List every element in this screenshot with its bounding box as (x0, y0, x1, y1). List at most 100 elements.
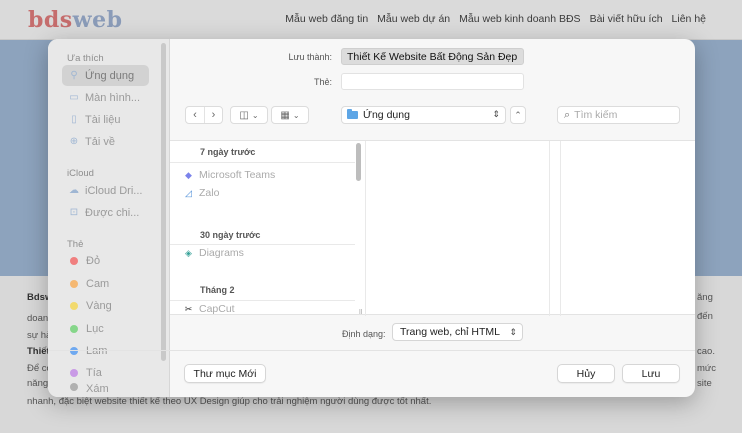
body-line: nhanh, đặc biệt website thiết kế theo UX… (27, 396, 432, 407)
sidebar-item-label: Màn hình... (85, 91, 141, 104)
chevron-up-icon: ⌃ (514, 109, 522, 120)
nav-item[interactable]: Mẫu web dự án (377, 13, 450, 25)
column-divider (560, 141, 561, 316)
updown-chevron-icon: ⇕ (492, 109, 500, 119)
save-button[interactable]: Lưu (622, 364, 680, 383)
file-name: Microsoft Teams (199, 169, 276, 181)
group-view-button[interactable]: ▦ ⌄ (271, 106, 309, 124)
favorites-heading: Ưa thích (67, 53, 104, 64)
search-icon: ⌕ (564, 108, 571, 121)
chevron-down-icon: ⌄ (251, 110, 259, 120)
document-icon: ▯ (71, 114, 77, 125)
dialog-main: Lưu thành: Thiết Kế Website Bất Động Sản… (170, 39, 695, 397)
tag-dot-icon (70, 324, 78, 333)
body-line: đến (697, 311, 713, 322)
sidebar-tag-purple[interactable]: Tía (62, 362, 149, 383)
file-item-microsoft-teams[interactable]: ◆ Microsoft Teams (183, 169, 275, 181)
tag-dot-icon (70, 301, 78, 310)
file-list-scrollbar[interactable] (356, 143, 361, 181)
tags-field[interactable] (341, 73, 524, 90)
tag-label: Vàng (86, 299, 112, 312)
grid-view-icon: ▦ (280, 109, 290, 121)
tags-heading: Thẻ (67, 239, 84, 250)
search-placeholder: Tìm kiếm (574, 109, 618, 121)
tag-label: Xám (86, 383, 109, 395)
sidebar-item-label: Tải về (85, 135, 115, 148)
logo-part-b: web (72, 7, 123, 33)
tag-label: Tía (86, 366, 102, 379)
tag-label: Cam (86, 277, 110, 290)
sidebar-tag-gray[interactable]: Xám (62, 383, 149, 397)
back-forward-control: ‹ › (185, 106, 223, 124)
footer-divider (48, 350, 695, 351)
body-line: Thiết (27, 346, 50, 357)
column-divider (549, 141, 550, 316)
cancel-button[interactable]: Hủy (557, 364, 615, 383)
group-heading: 7 ngày trước (200, 147, 256, 157)
body-line: mức (697, 363, 717, 374)
location-label: Ứng dụng (363, 109, 410, 121)
file-browser: 7 ngày trước ◆ Microsoft Teams ◿ Zalo 30 n… (170, 140, 695, 317)
format-label: Định dạng: (342, 329, 386, 339)
column-divider (365, 141, 366, 316)
nav-item[interactable]: Mẫu web đăng tin (285, 13, 368, 25)
column-resize-grip-icon[interactable]: ॥ (358, 306, 363, 317)
forward-arrow-icon[interactable]: › (204, 107, 222, 123)
shared-folder-icon: ⊡ (69, 207, 79, 218)
divider (170, 162, 355, 163)
back-arrow-icon[interactable]: ‹ (186, 107, 204, 123)
nav-item[interactable]: Bài viết hữu ích (590, 13, 663, 25)
sidebar-tag-green[interactable]: Lục (62, 318, 149, 339)
diagrams-app-icon: ◈ (185, 247, 192, 258)
search-field[interactable]: ⌕ Tìm kiếm (557, 106, 680, 124)
sidebar-item-documents[interactable]: ▯ Tài liệu (62, 109, 149, 130)
file-item-zalo[interactable]: ◿ Zalo (183, 187, 219, 199)
file-item-diagrams[interactable]: ◈ Diagrams (183, 247, 244, 259)
format-popup[interactable]: Trang web, chỉ HTML ⇕ (392, 323, 523, 341)
sidebar-tag-yellow[interactable]: Vàng (62, 295, 149, 316)
nav-item[interactable]: Mẫu web kinh doanh BĐS (459, 13, 580, 25)
site-nav: Mẫu web đăng tin Mẫu web dự án Mẫu web k… (285, 13, 706, 25)
columns-view-icon: ◫ (239, 109, 249, 121)
download-icon: ⊕ (69, 136, 79, 147)
body-line: ăng (697, 292, 713, 303)
save-dialog: Ưa thích ⚲ Ứng dụng ▭ Màn hình... ▯ Tài liệ… (48, 39, 695, 397)
file-item-capcut[interactable]: ✂ CapCut (183, 303, 235, 315)
body-line: site (697, 378, 712, 389)
sidebar-item-label: Tài liệu (85, 113, 121, 126)
tag-label: Lục (86, 322, 104, 335)
sidebar-item-downloads[interactable]: ⊕ Tải về (62, 131, 149, 152)
tag-dot-icon (70, 383, 78, 391)
sidebar-tag-red[interactable]: Đỏ (62, 250, 149, 271)
body-line: năng (27, 378, 49, 389)
sidebar-item-desktop[interactable]: ▭ Màn hình... (62, 87, 149, 108)
sidebar-tag-orange[interactable]: Cam (62, 273, 149, 294)
tag-label: Đỏ (86, 254, 101, 267)
view-columns-button[interactable]: ◫ ⌄ (230, 106, 268, 124)
site-header: bdsweb Mẫu web đăng tin Mẫu web dự án Mẫ… (0, 0, 742, 40)
sidebar-scrollbar[interactable] (161, 43, 166, 361)
file-name: CapCut (199, 303, 235, 315)
format-value: Trang web, chỉ HTML (400, 326, 500, 338)
sidebar-item-applications[interactable]: ⚲ Ứng dụng (62, 65, 149, 86)
sidebar-item-label: iCloud Dri... (85, 184, 143, 197)
new-folder-button[interactable]: Thư mục Mới (184, 364, 266, 383)
sidebar-item-icloud-drive[interactable]: ☁ iCloud Dri... (62, 180, 149, 201)
folder-icon (347, 109, 358, 119)
chevron-down-icon: ⌄ (292, 110, 300, 120)
tag-dot-icon (70, 368, 78, 377)
site-logo[interactable]: bdsweb (28, 7, 122, 33)
applications-icon: ⚲ (70, 70, 78, 81)
desktop-icon: ▭ (69, 92, 79, 103)
save-as-field[interactable]: Thiết Kế Website Bất Động Sản Đẹp (341, 48, 524, 65)
sidebar-item-shared[interactable]: ⊡ Được chi... (62, 202, 149, 223)
divider (170, 244, 355, 245)
location-popup[interactable]: Ứng dụng ⇕ (341, 106, 506, 124)
nav-item[interactable]: Liên hệ (672, 13, 706, 25)
tag-dot-icon (70, 279, 78, 288)
icloud-heading: iCloud (67, 168, 94, 179)
tag-dot-icon (70, 256, 78, 265)
capcut-app-icon: ✂ (184, 303, 193, 314)
logo-part-a: bds (28, 7, 73, 33)
collapse-button[interactable]: ⌃ (510, 106, 526, 124)
